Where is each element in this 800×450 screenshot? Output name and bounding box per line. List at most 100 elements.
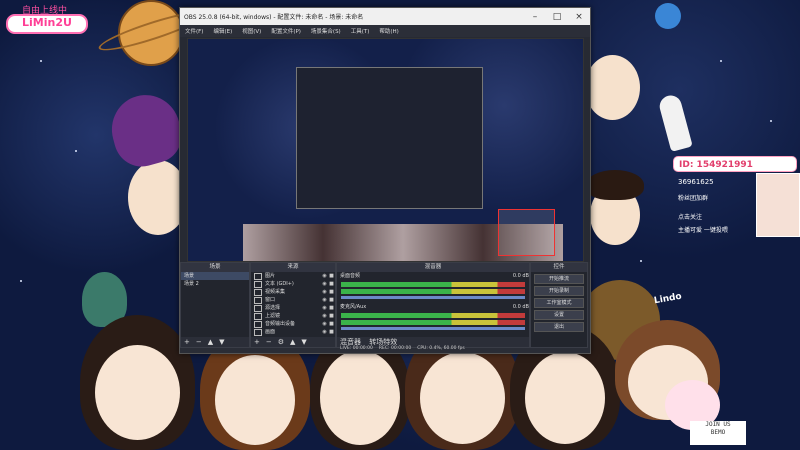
obs-titlebar[interactable]: OBS 25.0.8 (64-bit, windows) - 配置文件: 未命名… [180,8,590,25]
source-type-icon [254,272,262,280]
mixer-dock: 混音器 桌面音频 0.0 dB 麦克风/Aux 0.0 dB 混音器 转场特效 [336,262,530,348]
menu-edit[interactable]: 编辑(E) [208,27,237,35]
source-item[interactable]: 画面 ◉ ■ [251,328,335,336]
character-face [95,345,180,440]
lock-icon[interactable]: ■ [328,280,335,288]
obs-title: OBS 25.0.8 (64-bit, windows) - 配置文件: 未命名… [184,14,364,21]
source-item[interactable]: 窗口 ◉ ■ [251,296,335,304]
source-item[interactable]: 文本 (GDI+) ◉ ■ [251,280,335,288]
menu-tools[interactable]: 工具(T) [346,27,375,35]
star [20,280,22,282]
obs-docks: 场景 场景 场景 2 + − ▲ ▼ 来源 图片 ◉ ■ 文本 (GDI+) ◉ ■ 视频采集… [180,262,590,353]
scenes-toolbar: + − ▲ ▼ [181,337,249,347]
menu-help[interactable]: 帮助(H) [374,27,403,35]
menu-profile[interactable]: 配置文件(P) [266,27,306,35]
start-streaming-button[interactable]: 开始推流 [534,274,584,284]
rec-time: REC: 00:00:00 [378,346,412,351]
minimize-icon[interactable]: – [524,12,546,22]
controls-dock: 控件 开始推流 开始录制 工作室模式 设置 退出 [530,262,588,348]
character-face [320,350,400,445]
source-item[interactable]: 音频输出设备 ◉ ■ [251,320,335,328]
star [640,260,642,262]
audio-meter [341,282,525,287]
audio-meter [341,320,525,325]
source-item[interactable]: 上滤镜 ◉ ■ [251,312,335,320]
lock-icon[interactable]: ■ [328,320,335,328]
badge-name: LiMin2U [6,14,88,34]
eye-icon[interactable]: ◉ [321,312,328,320]
eye-icon[interactable]: ◉ [321,320,328,328]
down-icon[interactable]: ▼ [216,338,227,346]
up-icon[interactable]: ▲ [205,338,216,346]
eye-icon[interactable]: ◉ [321,280,328,288]
gift-tag: 主播可爱 一键投喂 [678,227,728,234]
lock-icon[interactable]: ■ [328,272,335,280]
character-face [525,352,605,444]
gear-icon[interactable]: ⚙ [275,338,287,346]
eye-icon[interactable]: ◉ [321,272,328,280]
scene-item[interactable]: 场景 [181,272,249,280]
lock-icon[interactable]: ■ [328,328,335,336]
boy-hair [586,170,644,200]
scenes-title: 场景 [181,263,249,272]
close-icon[interactable]: × [568,12,590,22]
lock-icon[interactable]: ■ [328,312,335,320]
obs-statusbar: LIVE: 00:00:00 REC: 00:00:00 CPU: 0.4%, … [340,346,590,353]
volume-slider[interactable] [341,327,525,330]
streamer-avatar-portrait [756,173,800,237]
selected-source-box[interactable] [498,209,555,256]
scene-item[interactable]: 场景 2 [181,280,249,288]
down-icon[interactable]: ▼ [298,338,309,346]
stamp-line2: BEMO [710,429,726,436]
source-item[interactable]: 图片 ◉ ■ [251,272,335,280]
stamp-line1: JOIN US [705,421,731,428]
eye-icon[interactable]: ◉ [321,296,328,304]
eye-icon[interactable]: ◉ [321,328,328,336]
obs-window: OBS 25.0.8 (64-bit, windows) - 配置文件: 未命名… [179,7,591,354]
sources-title: 来源 [251,263,335,272]
cpu-fps: CPU: 0.4%, 60.00 fps [417,346,465,351]
add-icon[interactable]: + [181,338,193,346]
menu-scene-collection[interactable]: 场景集合(S) [306,27,346,35]
lock-icon[interactable]: ■ [328,304,335,312]
exit-button[interactable]: 退出 [534,322,584,332]
source-type-icon [254,328,262,336]
bald-character-head [585,55,640,120]
lock-icon[interactable]: ■ [328,296,335,304]
eye-icon[interactable]: ◉ [321,304,328,312]
up-icon[interactable]: ▲ [287,338,298,346]
menu-view[interactable]: 视图(V) [237,27,266,35]
start-recording-button[interactable]: 开始录制 [534,286,584,296]
room-id-label: ID: 154921991 [673,156,797,172]
qq-number: 36961625 [678,178,714,186]
lock-icon[interactable]: ■ [328,288,335,296]
nested-preview [296,67,483,209]
source-item[interactable]: 视频采集 ◉ ■ [251,288,335,296]
remove-icon[interactable]: − [263,338,275,346]
obs-preview[interactable] [187,38,584,262]
add-icon[interactable]: + [251,338,263,346]
source-type-icon [254,280,262,288]
source-type-icon [254,288,262,296]
star [720,60,722,62]
source-type-icon [254,304,262,312]
source-item[interactable]: 源选择 ◉ ■ [251,304,335,312]
studio-mode-button[interactable]: 工作室模式 [534,298,584,308]
volume-slider[interactable] [341,296,525,299]
tab-mixer[interactable]: 混音器 [337,338,364,346]
tab-transitions[interactable]: 转场特效 [366,338,400,346]
maximize-icon[interactable]: □ [546,12,568,22]
mixer-channel: 麦克风/Aux 0.0 dB [340,304,529,310]
eye-icon[interactable]: ◉ [321,288,328,296]
menu-file[interactable]: 文件(F) [180,27,208,35]
source-type-icon [254,320,262,328]
settings-button[interactable]: 设置 [534,310,584,320]
follow-tag: 点击关注 [678,214,703,221]
character-face [420,352,505,444]
sources-toolbar: + − ⚙ ▲ ▼ [251,337,335,347]
source-type-icon [254,312,262,320]
remove-icon[interactable]: − [193,338,205,346]
sources-dock: 来源 图片 ◉ ■ 文本 (GDI+) ◉ ■ 视频采集 ◉ ■ 窗口 ◉ ■ 源选择 ◉ ■ 上滤… [250,262,336,348]
star [75,150,77,152]
source-type-icon [254,296,262,304]
